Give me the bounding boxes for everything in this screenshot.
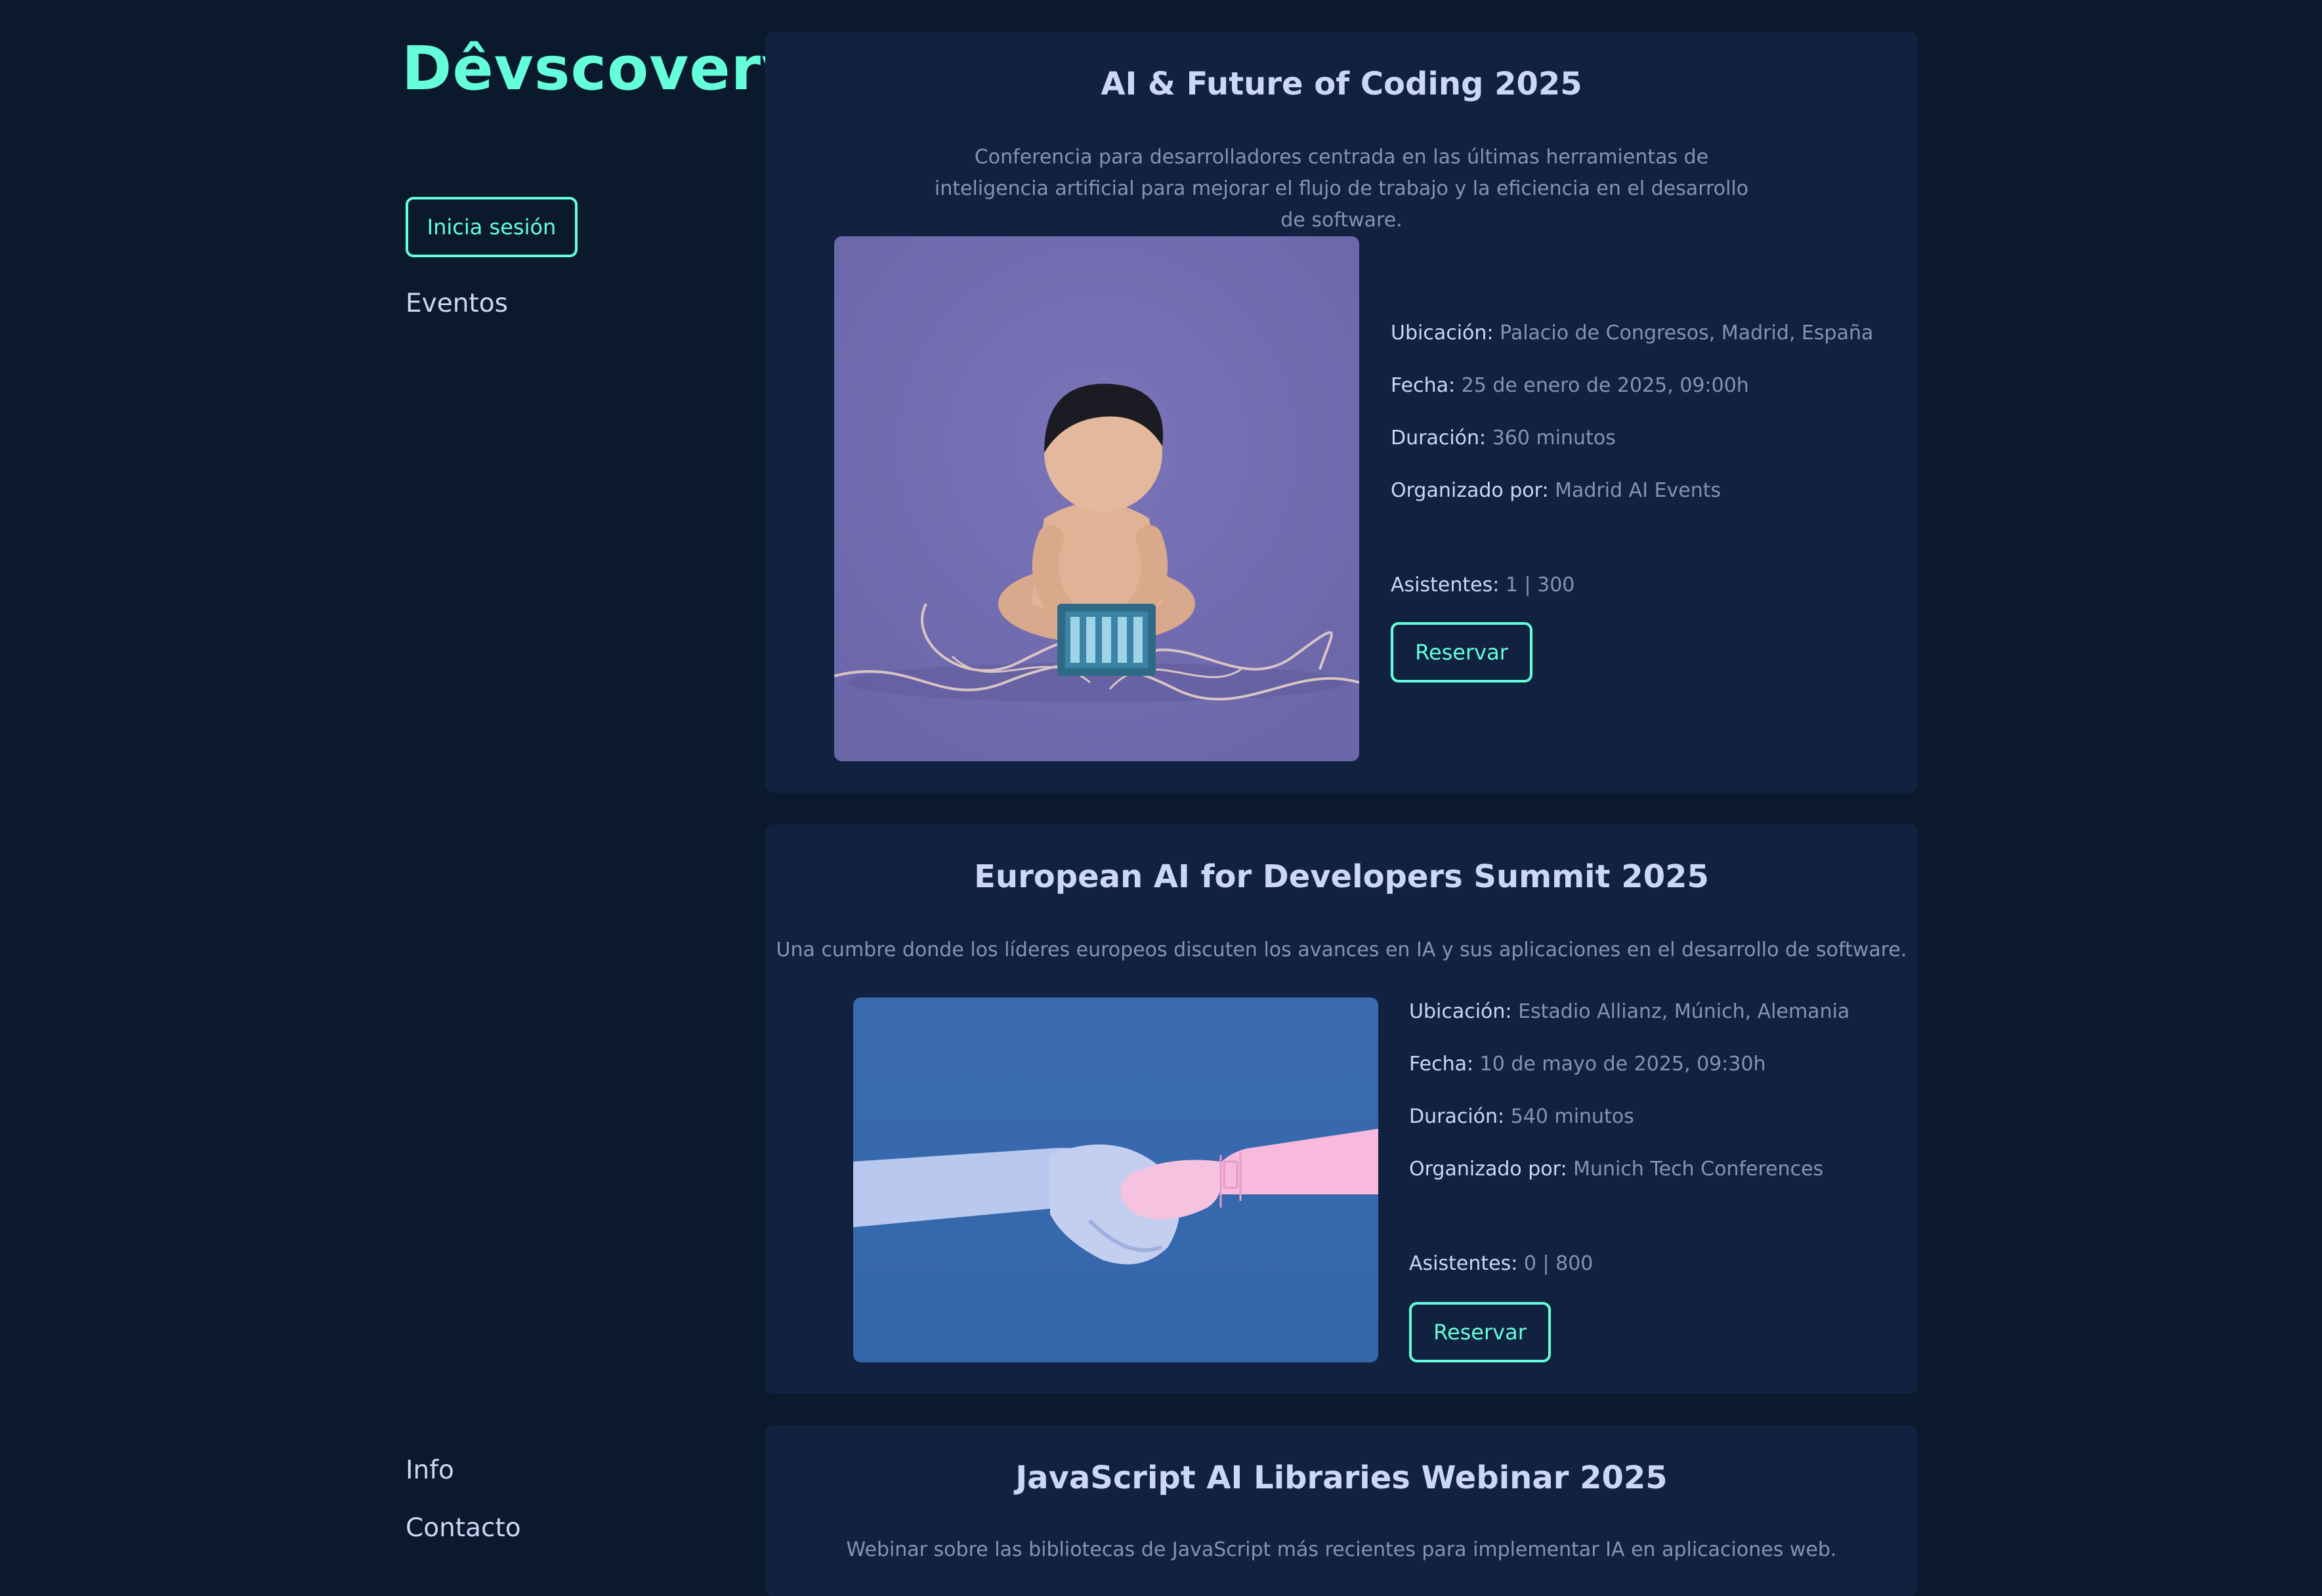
event-attendees: Asistentes: 0 | 800 xyxy=(1409,1252,1593,1275)
event-attendees: Asistentes: 1 | 300 xyxy=(1391,574,1574,597)
login-button[interactable]: Inicia sesión xyxy=(406,197,578,257)
event-location: Ubicación: Estadio Allianz, Múnich, Alem… xyxy=(1409,1000,1849,1023)
reserve-button[interactable]: Reservar xyxy=(1391,622,1532,682)
event-image[interactable] xyxy=(853,998,1378,1362)
duration-value: 540 minutos xyxy=(1510,1105,1634,1128)
event-organizer: Organizado por: Madrid AI Events xyxy=(1391,479,1721,502)
date-value: 10 de mayo de 2025, 09:30h xyxy=(1479,1053,1766,1076)
event-image[interactable] xyxy=(834,236,1359,761)
event-title: JavaScript AI Libraries Webinar 2025 xyxy=(1015,1460,1668,1496)
baby-with-circuit-board-icon xyxy=(834,236,1359,761)
nav-link-contact[interactable]: Contacto xyxy=(406,1513,521,1543)
event-title: European AI for Developers Summit 2025 xyxy=(974,858,1709,895)
date-label: Fecha: xyxy=(1391,374,1456,397)
event-card: European AI for Developers Summit 2025 U… xyxy=(765,824,1918,1394)
sidebar: Dêvscovery Inicia sesión Eventos Info Co… xyxy=(402,0,801,1584)
logo[interactable]: Dêvscovery xyxy=(402,33,801,105)
duration-value: 360 minutos xyxy=(1492,427,1616,450)
attendees-label: Asistentes: xyxy=(1391,574,1500,597)
attendees-value: 0 | 800 xyxy=(1523,1252,1594,1275)
location-label: Ubicación: xyxy=(1391,322,1494,345)
event-location: Ubicación: Palacio de Congresos, Madrid,… xyxy=(1391,322,1873,345)
event-description: Webinar sobre las bibliotecas de JavaScr… xyxy=(846,1538,1837,1561)
nav-link-info[interactable]: Info xyxy=(406,1456,454,1485)
event-duration: Duración: 540 minutos xyxy=(1409,1105,1634,1128)
duration-label: Duración: xyxy=(1409,1105,1505,1128)
location-value: Estadio Allianz, Múnich, Alemania xyxy=(1518,1000,1850,1023)
attendees-label: Asistentes: xyxy=(1409,1252,1518,1275)
event-organizer: Organizado por: Munich Tech Conferences xyxy=(1409,1158,1823,1181)
location-value: Palacio de Congresos, Madrid, España xyxy=(1500,322,1874,345)
date-value: 25 de enero de 2025, 09:00h xyxy=(1461,374,1749,397)
event-date: Fecha: 25 de enero de 2025, 09:00h xyxy=(1391,374,1749,397)
organizer-value: Madrid AI Events xyxy=(1555,479,1721,502)
event-duration: Duración: 360 minutos xyxy=(1391,427,1616,450)
attendees-value: 1 | 300 xyxy=(1505,574,1575,597)
organizer-label: Organizado por: xyxy=(1391,479,1549,502)
event-date: Fecha: 10 de mayo de 2025, 09:30h xyxy=(1409,1053,1766,1076)
duration-label: Duración: xyxy=(1391,427,1487,450)
organizer-label: Organizado por: xyxy=(1409,1158,1567,1181)
reserve-button[interactable]: Reservar xyxy=(1409,1302,1551,1362)
organizer-value: Munich Tech Conferences xyxy=(1573,1158,1824,1181)
event-card: AI & Future of Coding 2025 Conferencia p… xyxy=(765,32,1918,793)
human-robot-handshake-icon xyxy=(853,998,1378,1362)
event-description: Una cumbre donde los líderes europeos di… xyxy=(776,938,1907,961)
event-title: AI & Future of Coding 2025 xyxy=(1101,66,1582,102)
event-description: Conferencia para desarrolladores centrad… xyxy=(934,146,1749,232)
nav-link-events[interactable]: Eventos xyxy=(406,289,508,318)
event-card: JavaScript AI Libraries Webinar 2025 Web… xyxy=(765,1425,1918,1596)
date-label: Fecha: xyxy=(1409,1053,1474,1076)
location-label: Ubicación: xyxy=(1409,1000,1512,1023)
